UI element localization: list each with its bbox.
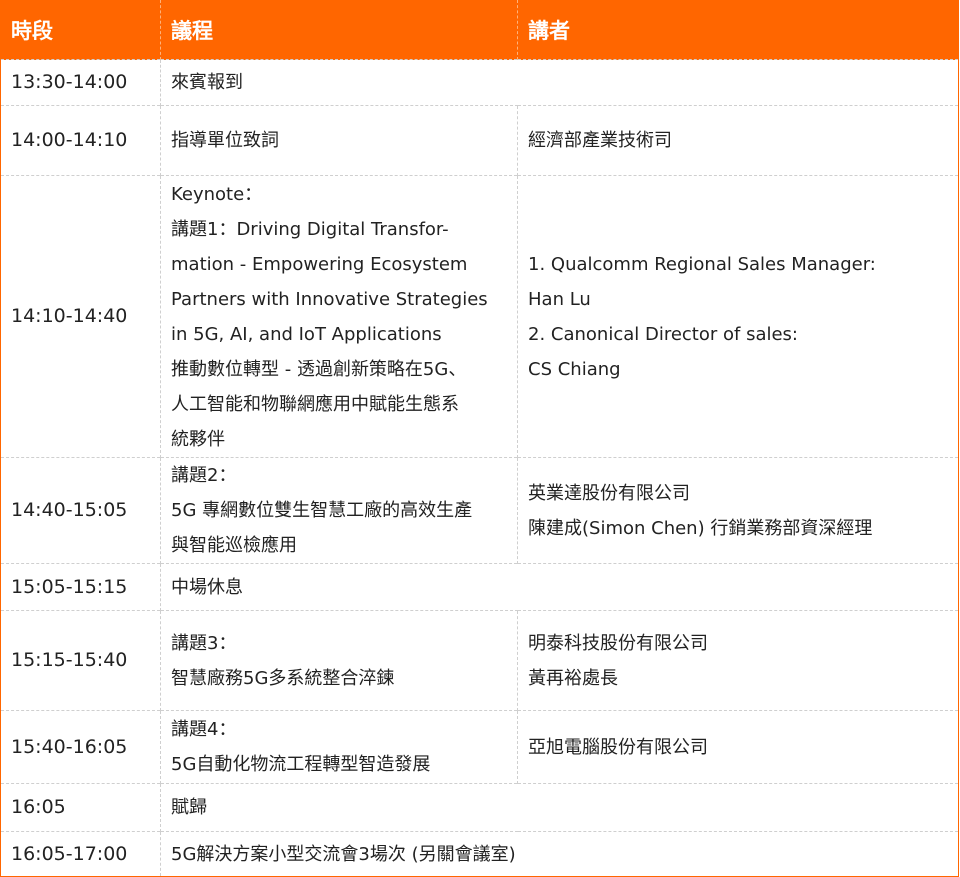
table-row: 15:40-16:05 講題4： 5G自動化物流工程轉型智造發展 亞旭電腦股份有…	[0, 710, 959, 784]
agenda-cell: 指導單位致詞	[160, 105, 518, 176]
agenda-line: 賦歸	[171, 797, 207, 818]
agenda-line: 推動數位轉型 - 透過創新策略在5G、	[171, 358, 467, 380]
agenda-line: 智慧廠務5G多系統整合淬鍊	[171, 667, 395, 689]
agenda-line: in 5G, AI, and IoT Applications	[171, 323, 442, 345]
agenda-line: Keynote：	[171, 183, 263, 205]
table-row: 15:15-15:40 講題3： 智慧廠務5G多系統整合淬鍊 明泰科技股份有限公…	[0, 610, 959, 711]
agenda-line: 講題2：	[171, 465, 237, 486]
agenda-cell: 賦歸	[160, 783, 959, 832]
agenda-cell: 中場休息	[160, 563, 959, 611]
agenda-line: 5G 專網數位雙生智慧工廠的高效生產	[171, 500, 473, 521]
agenda-cell: 講題4： 5G自動化物流工程轉型智造發展	[160, 710, 518, 784]
agenda-line: 人工智能和物聯網應用中賦能生態系	[171, 393, 459, 415]
time-cell: 14:10-14:40	[0, 175, 161, 458]
agenda-table: 時段 議程 講者 13:30-14:00 來賓報到 14:00-14:10 指導…	[0, 0, 959, 877]
speaker-cell: 亞旭電腦股份有限公司	[517, 710, 959, 784]
time-cell: 14:40-15:05	[0, 457, 161, 564]
agenda-line: 5G自動化物流工程轉型智造發展	[171, 754, 431, 775]
header-time: 時段	[0, 0, 161, 60]
speaker-line: CS Chiang	[528, 358, 621, 380]
agenda-cell: Keynote： 講題1：Driving Digital Transfor- m…	[160, 175, 518, 458]
agenda-header: 時段 議程 講者	[0, 0, 959, 60]
speaker-line: 1. Qualcomm Regional Sales Manager:	[528, 253, 876, 275]
speaker-line: 陳建成(Simon Chen) 行銷業務部資深經理	[528, 517, 873, 539]
agenda-line: 指導單位致詞	[171, 130, 279, 151]
speaker-line: 英業達股份有限公司	[528, 482, 690, 504]
speaker-cell: 英業達股份有限公司 陳建成(Simon Chen) 行銷業務部資深經理	[517, 457, 959, 564]
agenda-cell: 講題3： 智慧廠務5G多系統整合淬鍊	[160, 610, 518, 711]
agenda-line: 講題4：	[171, 719, 237, 740]
agenda-line: mation - Empowering Ecosystem	[171, 253, 468, 275]
speaker-line: 明泰科技股份有限公司	[528, 632, 708, 654]
agenda-line: 統夥伴	[171, 428, 225, 450]
speaker-line: 經濟部產業技術司	[528, 130, 672, 151]
speaker-line: Han Lu	[528, 288, 591, 310]
agenda-line: Partners with Innovative Strategies	[171, 288, 488, 310]
header-speaker: 講者	[517, 0, 959, 60]
agenda-line: 與智能巡檢應用	[171, 535, 297, 556]
time-cell: 13:30-14:00	[0, 59, 161, 106]
agenda-line: 講題1：Driving Digital Transfor-	[171, 218, 449, 240]
header-agenda: 議程	[160, 0, 518, 60]
agenda-line: 5G解決方案小型交流會3場次 (另關會議室)	[171, 843, 516, 865]
agenda-line: 中場休息	[171, 576, 243, 598]
table-row: 16:05 賦歸	[0, 783, 959, 832]
table-row: 15:05-15:15 中場休息	[0, 563, 959, 611]
table-row: 14:10-14:40 Keynote： 講題1：Driving Digital…	[0, 175, 959, 458]
table-row: 14:00-14:10 指導單位致詞 經濟部產業技術司	[0, 105, 959, 176]
speaker-line: 黃再裕處長	[528, 667, 618, 689]
agenda-line: 講題3：	[171, 632, 237, 654]
speaker-cell: 1. Qualcomm Regional Sales Manager: Han …	[517, 175, 959, 458]
speaker-line: 2. Canonical Director of sales:	[528, 323, 798, 345]
time-cell: 16:05-17:00	[0, 831, 161, 877]
table-row: 13:30-14:00 來賓報到	[0, 59, 959, 106]
agenda-cell: 5G解決方案小型交流會3場次 (另關會議室)	[160, 831, 959, 877]
speaker-line: 亞旭電腦股份有限公司	[528, 736, 708, 758]
agenda-cell: 來賓報到	[160, 59, 959, 106]
time-cell: 14:00-14:10	[0, 105, 161, 176]
speaker-cell: 經濟部產業技術司	[517, 105, 959, 176]
header-row: 時段 議程 講者	[0, 0, 959, 60]
agenda-cell: 講題2： 5G 專網數位雙生智慧工廠的高效生產 與智能巡檢應用	[160, 457, 518, 564]
speaker-cell: 明泰科技股份有限公司 黃再裕處長	[517, 610, 959, 711]
time-cell: 15:05-15:15	[0, 563, 161, 611]
table-row: 14:40-15:05 講題2： 5G 專網數位雙生智慧工廠的高效生產 與智能巡…	[0, 457, 959, 564]
table-row: 16:05-17:00 5G解決方案小型交流會3場次 (另關會議室)	[0, 831, 959, 877]
time-cell: 15:15-15:40	[0, 610, 161, 711]
time-cell: 15:40-16:05	[0, 710, 161, 784]
time-cell: 16:05	[0, 783, 161, 832]
agenda-line: 來賓報到	[171, 72, 243, 93]
